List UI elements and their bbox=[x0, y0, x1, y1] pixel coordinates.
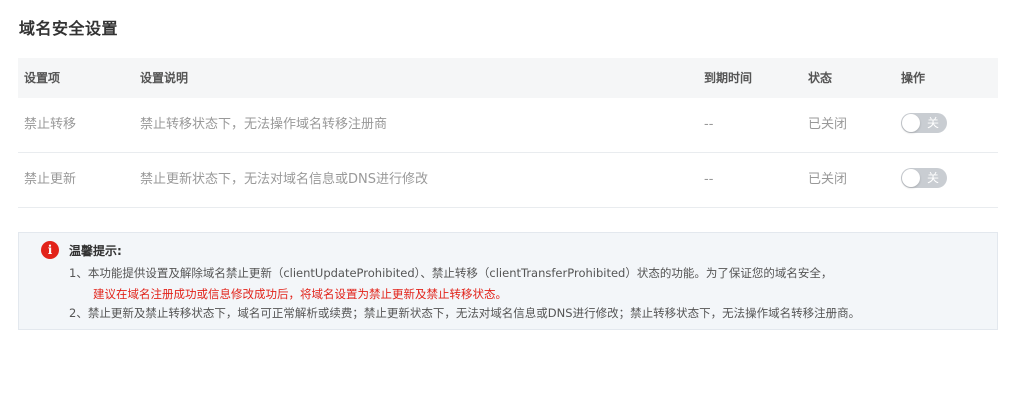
table-row-update-lock: 禁止更新 禁止更新状态下，无法对域名信息或DNS进行修改 -- 已关闭 关 bbox=[18, 153, 998, 208]
expire-time: -- bbox=[704, 117, 714, 132]
info-icon: i bbox=[41, 241, 59, 259]
setting-description: 禁止转移状态下，无法操作域名转移注册商 bbox=[140, 117, 388, 132]
tips-line-1: 1、本功能提供设置及解除域名禁止更新（clientUpdateProhibite… bbox=[69, 266, 833, 280]
status-text: 已关闭 bbox=[808, 117, 848, 132]
tips-title: 温馨提示: bbox=[69, 244, 122, 258]
header-status: 状态 bbox=[808, 71, 833, 85]
toggle-label: 关 bbox=[926, 116, 939, 130]
setting-description: 禁止更新状态下，无法对域名信息或DNS进行修改 bbox=[140, 172, 428, 187]
toggle-knob bbox=[902, 114, 920, 132]
toggle-label: 关 bbox=[926, 171, 939, 185]
toggle-knob bbox=[902, 169, 920, 187]
setting-item-label: 禁止转移 bbox=[24, 117, 77, 132]
setting-item-label: 禁止更新 bbox=[24, 172, 77, 187]
page-title: 域名安全设置 bbox=[19, 19, 119, 38]
tips-line-2-warning: 建议在域名注册成功或信息修改成功后，将域名设置为禁止更新及禁止转移状态。 bbox=[93, 287, 507, 301]
header-operation: 操作 bbox=[901, 71, 926, 85]
expire-time: -- bbox=[704, 172, 714, 187]
update-lock-toggle[interactable]: 关 bbox=[901, 168, 947, 188]
status-text: 已关闭 bbox=[808, 172, 848, 187]
table-header: 设置项 设置说明 到期时间 状态 操作 bbox=[18, 58, 998, 98]
transfer-lock-toggle[interactable]: 关 bbox=[901, 113, 947, 133]
table-row-transfer-lock: 禁止转移 禁止转移状态下，无法操作域名转移注册商 -- 已关闭 关 bbox=[18, 98, 998, 153]
security-settings-table: 设置项 设置说明 到期时间 状态 操作 禁止转移 禁止转移状态下，无法操作域名转… bbox=[18, 58, 998, 208]
tips-line-3: 2、禁止更新及禁止转移状态下，域名可正常解析或续费；禁止更新状态下，无法对域名信… bbox=[69, 306, 861, 320]
domain-security-settings-page: 域名安全设置 设置项 设置说明 到期时间 状态 操作 禁止转移 禁止转移状态下，… bbox=[0, 0, 1031, 403]
tips-box: i 温馨提示: 1、本功能提供设置及解除域名禁止更新（clientUpdateP… bbox=[18, 232, 998, 330]
header-setting-description: 设置说明 bbox=[140, 71, 189, 85]
header-expire-time: 到期时间 bbox=[704, 71, 753, 85]
header-setting-item: 设置项 bbox=[24, 71, 61, 85]
